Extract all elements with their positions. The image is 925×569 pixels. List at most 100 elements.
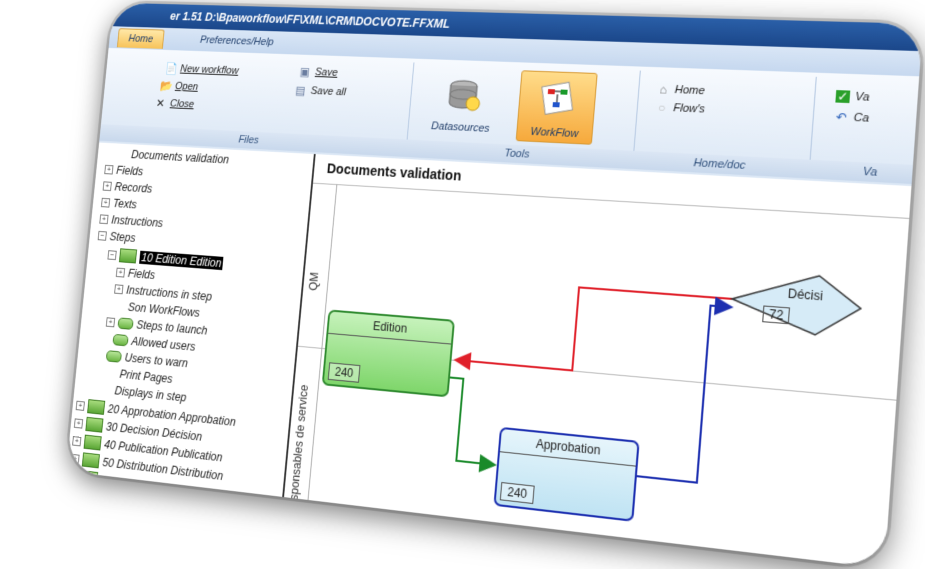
tree-item-label: Fields <box>115 163 144 179</box>
users-group-icon <box>105 350 122 363</box>
expand-icon[interactable]: + <box>68 471 78 482</box>
expand-icon[interactable]: + <box>105 317 116 328</box>
workflow-tree: Documents validation + Fields + Records … <box>66 142 316 498</box>
open-folder-icon: 📂 <box>159 79 174 93</box>
save-label: Save <box>314 66 339 79</box>
workflow-diagram-icon <box>536 78 578 119</box>
step-icon <box>87 399 106 415</box>
new-document-icon: 📄 <box>164 61 179 76</box>
tree-item-users-to-warn[interactable]: Users to warn <box>105 349 189 371</box>
node-decision-title: Décisi <box>787 286 824 304</box>
app-window: er 1.51 D:\Bpaworkflow\FF\XML\CRM\DOCVOT… <box>66 3 923 569</box>
expand-icon[interactable]: + <box>75 400 85 411</box>
datasources-button[interactable]: Datasources <box>424 67 502 138</box>
tree-item-label: Documents validation <box>130 147 230 167</box>
tree-item-label: Allowed users <box>130 334 196 354</box>
flows-label: Flow's <box>672 102 706 116</box>
workflow-label: WorkFlow <box>529 125 579 141</box>
home-icon: ⌂ <box>658 82 668 97</box>
node-approbation[interactable]: Approbation 240 <box>493 426 640 522</box>
users-group-icon <box>112 333 129 347</box>
tree-item-instructions[interactable]: + Instructions <box>99 213 164 230</box>
close-label: Close <box>169 98 195 111</box>
node-edition[interactable]: Edition 240 <box>321 309 456 398</box>
decision-diamond <box>730 270 863 338</box>
tree-item-label: Texts <box>112 196 138 212</box>
tab-home[interactable]: Home <box>116 28 165 49</box>
tree-item-label: Steps <box>109 229 137 245</box>
save-all-label: Save all <box>310 85 347 99</box>
tree-item-label: Instructions <box>110 213 164 230</box>
flows-icon: ○ <box>657 100 666 115</box>
tree-item-label: Steps to launch <box>135 318 209 338</box>
expand-icon[interactable]: + <box>102 181 112 192</box>
node-edition-value: 240 <box>327 362 361 383</box>
tree-item-label: Records <box>114 180 153 196</box>
tree-item-label: Users to warn <box>124 350 189 371</box>
link-decision-to-edition <box>455 279 732 385</box>
expand-icon[interactable]: + <box>70 453 80 464</box>
tree-item-step-fields[interactable]: + Fields <box>115 266 156 282</box>
tree-item-label: Fields <box>127 266 156 282</box>
tree-item-print-pages[interactable]: Print Pages <box>119 367 173 385</box>
cancel-label: Ca <box>853 111 870 125</box>
tree-item-steps[interactable]: − Steps <box>97 229 136 245</box>
expand-icon[interactable]: + <box>72 435 82 446</box>
new-workflow-label: New workflow <box>179 63 239 77</box>
tree-item-texts[interactable]: + Texts <box>100 196 138 212</box>
tree-item-label: Son WorkFlows <box>127 300 201 320</box>
collapse-icon[interactable]: − <box>107 249 117 260</box>
flows-button[interactable]: ○ Flow's <box>655 100 706 116</box>
datasources-label: Datasources <box>430 120 491 135</box>
tree-item-documents-validation[interactable]: Documents validation <box>131 148 230 166</box>
step-icon <box>118 248 138 264</box>
step-icon <box>83 434 102 451</box>
validate-button[interactable]: ✓ Va <box>835 89 870 105</box>
ribbon-group-home-doc: ⌂ Home ○ Flow's Home/doc <box>631 70 817 179</box>
expand-icon[interactable]: + <box>100 197 111 208</box>
expand-icon[interactable]: + <box>73 417 84 429</box>
undo-icon: ↶ <box>835 109 848 125</box>
tree-item-records[interactable]: + Records <box>102 180 153 196</box>
main-area: Documents validation + Fields + Records … <box>66 142 911 568</box>
save-button[interactable]: ▣ Save <box>299 65 339 79</box>
workflow-canvas[interactable]: Documents validation QM sponsables de se… <box>284 154 911 568</box>
workflow-button[interactable]: WorkFlow <box>515 70 598 145</box>
tree-item-label-selected: 10 Edition Edition <box>139 250 224 270</box>
save-all-button[interactable]: ▤ Save all <box>294 83 347 99</box>
open-label: Open <box>174 80 199 93</box>
link-edition-to-approbation <box>442 377 502 465</box>
new-workflow-button[interactable]: 📄 New workflow <box>164 61 239 77</box>
checkmark-icon: ✓ <box>835 89 851 105</box>
tree-item-displays-in-step[interactable]: Displays in step <box>114 384 187 405</box>
tree-item-fields[interactable]: + Fields <box>104 163 144 178</box>
ribbon-group-files: 📄 New workflow 📂 Open ✕ Close ▣ Save ▤ S… <box>99 51 415 158</box>
expand-icon[interactable]: + <box>104 164 114 175</box>
save-disk-icon: ▣ <box>299 65 311 79</box>
collapse-icon[interactable]: − <box>97 230 107 241</box>
expand-icon[interactable]: + <box>114 284 124 295</box>
ribbon-group-validate: ✓ Va ↶ Ca Va <box>808 77 923 186</box>
link-approbation-to-decision <box>635 301 732 485</box>
tab-preferences-help[interactable]: Preferences/Help <box>189 30 285 52</box>
ribbon-group-tools: Datasources WorkFlow Tools <box>405 62 641 170</box>
step-icon <box>81 452 100 469</box>
cancel-button[interactable]: ↶ Ca <box>834 109 870 125</box>
database-icon <box>443 75 484 115</box>
save-all-icon: ▤ <box>294 83 307 98</box>
expand-icon[interactable]: + <box>115 267 126 278</box>
close-button[interactable]: ✕ Close <box>154 96 195 111</box>
expand-icon[interactable]: + <box>99 214 109 225</box>
validate-label: Va <box>854 90 870 104</box>
users-group-icon <box>117 317 134 330</box>
tree-item-label: Displays in step <box>114 383 188 405</box>
open-button[interactable]: 📂 Open <box>159 79 199 93</box>
step-icon <box>85 416 104 433</box>
node-decision-value: 72 <box>762 305 791 325</box>
close-icon: ✕ <box>155 96 166 110</box>
tree-item-label: Print Pages <box>119 367 174 386</box>
home-label: Home <box>674 83 706 98</box>
home-button[interactable]: ⌂ Home <box>656 82 706 98</box>
tree-item-son-workflows[interactable]: Son WorkFlows <box>127 300 200 319</box>
node-approbation-value: 240 <box>499 481 535 505</box>
